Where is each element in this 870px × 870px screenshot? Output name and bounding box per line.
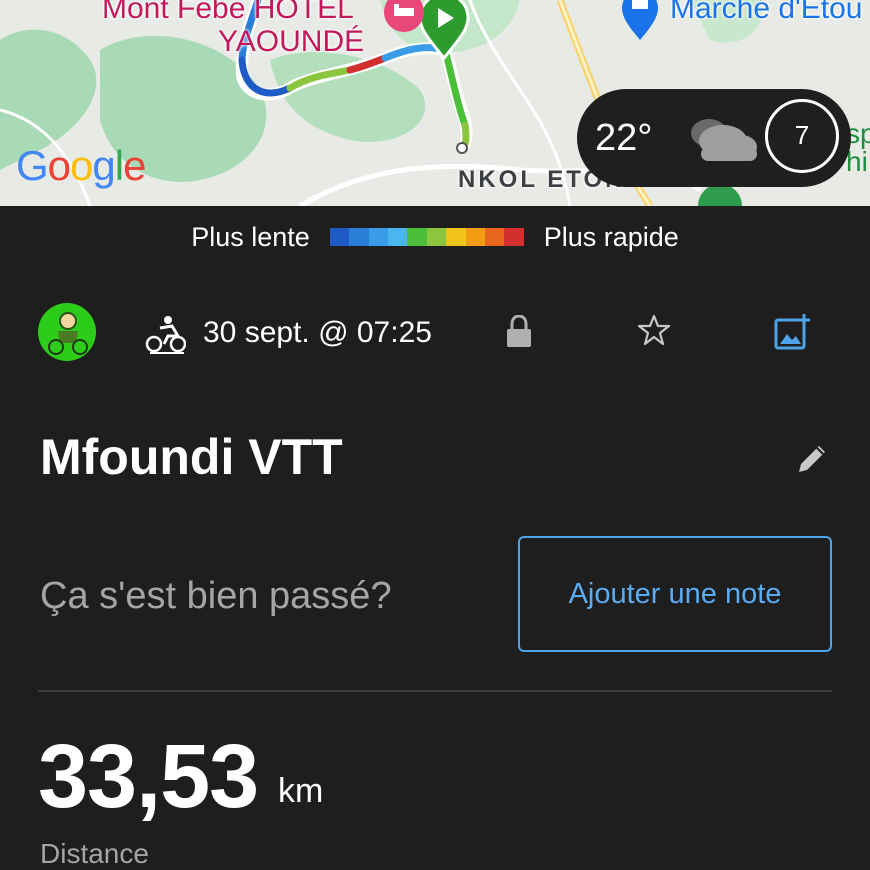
legend-color-segment xyxy=(387,228,408,246)
activity-info-row: 30 sept. @ 07:25 xyxy=(0,300,870,366)
avatar-icon xyxy=(48,312,88,355)
speed-legend: Plus lente Plus rapide xyxy=(0,220,870,254)
cloud-icon xyxy=(691,119,757,161)
activity-title: Mfoundi VTT xyxy=(40,429,343,485)
legend-color-segment xyxy=(407,228,427,246)
divider xyxy=(38,690,832,692)
map-label-hotel: Mont Febe HOTEL xyxy=(102,0,354,25)
star-icon[interactable] xyxy=(638,314,670,346)
legend-color-segment xyxy=(368,228,388,246)
lock-icon[interactable] xyxy=(505,315,533,349)
map-label-hotel-city: YAOUNDÉ xyxy=(218,25,365,58)
weather-widget[interactable]: 22° 7 xyxy=(577,89,851,187)
distance-value: 33,53 xyxy=(38,727,259,827)
add-note-button[interactable]: Ajouter une note xyxy=(518,536,832,652)
legend-slow-label: Plus lente xyxy=(191,221,310,252)
cycling-icon xyxy=(145,316,186,354)
activity-datetime: 30 sept. @ 07:25 xyxy=(203,316,432,349)
legend-color-segment xyxy=(329,228,350,246)
user-avatar[interactable] xyxy=(38,303,96,361)
legend-color-segment xyxy=(465,228,485,246)
map-label-market: Marché d'Etou xyxy=(670,0,863,25)
legend-fast-label: Plus rapide xyxy=(543,221,679,252)
legend-color-segment xyxy=(484,228,505,246)
feeling-question: Ça s'est bien passé? xyxy=(40,575,392,617)
edit-pencil-icon[interactable] xyxy=(795,442,829,476)
moon-phase-value: 7 xyxy=(794,120,810,150)
legend-color-segment xyxy=(349,228,369,246)
route-map[interactable]: Mont Febe HOTEL YAOUNDÉ Marché d'Etou NK… xyxy=(0,0,870,206)
legend-color-segment xyxy=(426,228,447,246)
distance-label: Distance xyxy=(40,838,149,869)
add-photo-icon[interactable] xyxy=(774,314,810,350)
legend-color-segment xyxy=(446,228,466,246)
moon-phase-icon: 7 xyxy=(765,99,839,173)
weather-temperature: 22° xyxy=(595,117,653,159)
legend-color-segment xyxy=(504,228,524,246)
distance-unit: km xyxy=(278,772,324,810)
market-pin-icon xyxy=(622,0,658,40)
google-logo: Google xyxy=(16,142,146,189)
legend-color-bar xyxy=(329,228,524,246)
